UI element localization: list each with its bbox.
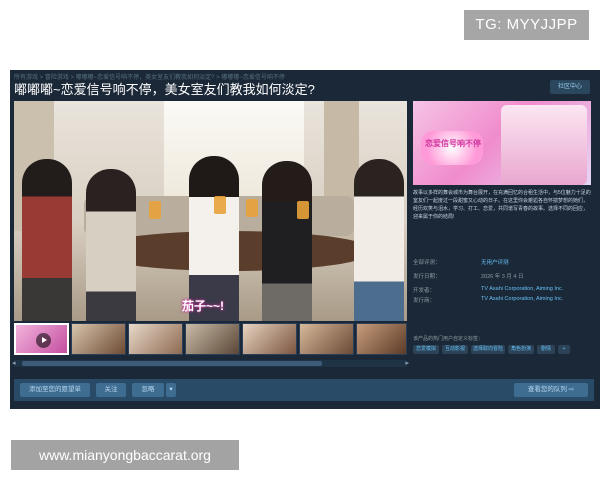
queue-action-bar: 添加至您的愿望单 关注 忽略 ▾ 查看您的队列 ⇨ <box>14 379 594 401</box>
tag-item[interactable]: 角色扮演 <box>508 345 534 354</box>
game-logo-text: 恋爱信号响不停 <box>425 139 481 148</box>
view-queue-button[interactable]: 查看您的队列 ⇨ <box>514 383 588 397</box>
chevron-down-icon[interactable]: ▾ <box>166 383 176 397</box>
drink-glass <box>214 196 226 214</box>
tag-item[interactable]: 互动影视 <box>442 345 468 354</box>
thumbnail-screenshot[interactable] <box>299 323 354 355</box>
meta-label: 发行日期： <box>413 274 441 280</box>
developer-link[interactable]: TV Asahi Corporation, Aiming Inc. <box>481 286 563 292</box>
game-description: 故事以多样的舞会城市为舞台展开，在充满回忆的合租生活中，与5位魅力十足的室友们一… <box>413 190 591 220</box>
scroll-left-icon[interactable]: ◂ <box>12 359 16 367</box>
tag-item[interactable]: 恋爱模拟 <box>413 345 439 354</box>
tg-badge: TG: MYYJJPP <box>464 10 589 40</box>
drink-glass <box>149 201 161 219</box>
scene-caption: 茄子~~! <box>182 299 225 313</box>
thumbnail-screenshot[interactable] <box>356 323 407 355</box>
header-capsule-image: 恋爱信号响不停 <box>413 101 591 185</box>
person-figure <box>262 161 312 321</box>
meta-label: 发行商： <box>413 298 436 304</box>
tag-more-button[interactable]: + <box>558 345 570 354</box>
meta-label: 全部评测： <box>413 260 441 266</box>
main-screenshot[interactable]: 茄子~~! <box>14 101 407 321</box>
capsule-characters <box>501 105 587 185</box>
person-figure <box>354 159 404 321</box>
drink-glass <box>297 201 309 219</box>
add-to-wishlist-button[interactable]: 添加至您的愿望单 <box>20 383 90 397</box>
community-hub-button[interactable]: 社区中心 <box>550 80 590 94</box>
tags-label: 该产品的热门用户自定义标签： <box>413 336 484 342</box>
person-figure <box>22 159 72 321</box>
steam-store-page: 所有游戏 > 冒险游戏 > 嘟嘟嘟~恋爱信号响不停，美女室友们教我如何淡定? >… <box>10 70 600 409</box>
thumbnail-screenshot[interactable] <box>242 323 297 355</box>
person-figure <box>86 169 136 321</box>
meta-label: 开发者： <box>413 288 436 294</box>
play-icon <box>36 333 51 348</box>
drink-glass <box>246 199 258 217</box>
website-watermark: www.mianyongbaccarat.org <box>11 440 239 470</box>
tag-list: 恋爱模拟 互动影视 选择取向冒险 角色扮演 剧情 + <box>413 345 591 355</box>
release-date-value: 2026 年 3 月 4 日 <box>481 274 524 280</box>
scrollbar-handle[interactable] <box>22 361 322 366</box>
reviews-value[interactable]: 无用户评测 <box>481 258 509 266</box>
thumbnail-video[interactable] <box>14 323 69 355</box>
thumbnail-scrollbar[interactable]: ◂ ▸ <box>12 359 409 367</box>
follow-button[interactable]: 关注 <box>96 383 126 397</box>
tag-item[interactable]: 选择取向冒险 <box>471 345 505 354</box>
page-title: 嘟嘟嘟~恋爱信号响不停，美女室友们教我如何淡定? <box>14 82 315 97</box>
thumbnail-screenshot[interactable] <box>128 323 183 355</box>
ignore-button[interactable]: 忽略 <box>132 383 164 397</box>
game-logo <box>421 131 483 165</box>
thumbnail-screenshot[interactable] <box>71 323 126 355</box>
media-thumbnail-strip <box>14 323 407 357</box>
publisher-link[interactable]: TV Asahi Corporation, Aiming Inc. <box>481 296 563 302</box>
scroll-right-icon[interactable]: ▸ <box>405 359 409 367</box>
tag-item[interactable]: 剧情 <box>537 345 555 354</box>
thumbnail-screenshot[interactable] <box>185 323 240 355</box>
